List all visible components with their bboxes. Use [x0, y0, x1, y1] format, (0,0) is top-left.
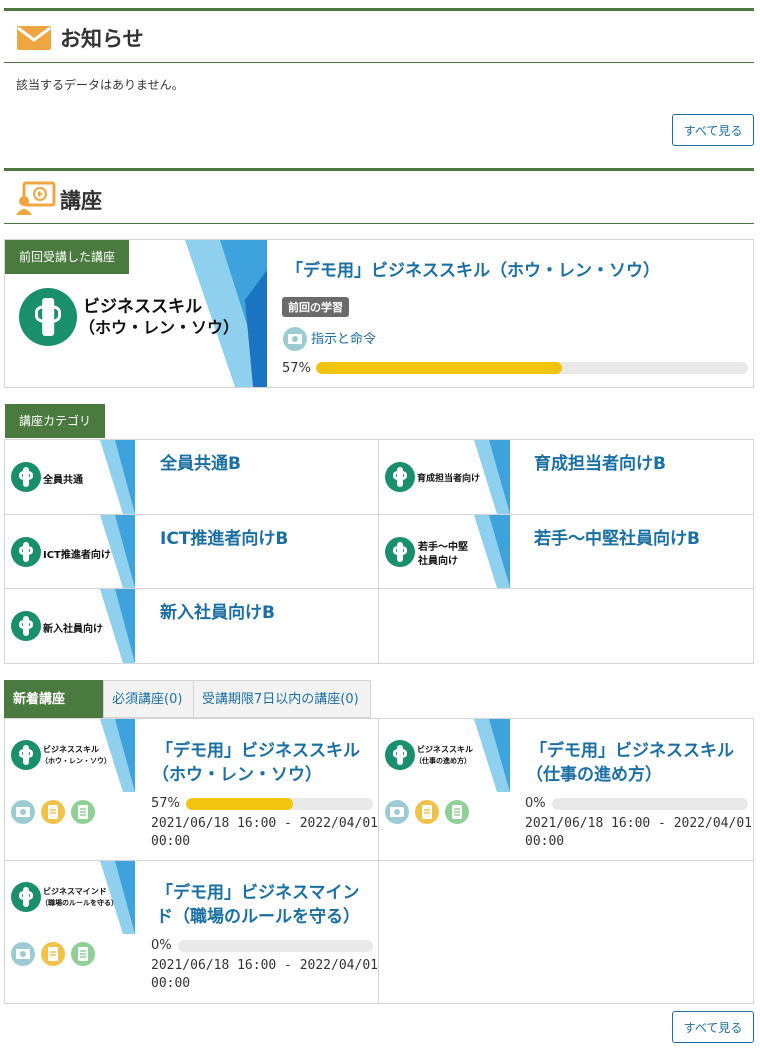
course-period-line1: 2021/06/18 16:00 - 2022/04/01 — [151, 958, 378, 973]
course-thumb-line1: ビジネススキル — [43, 745, 99, 754]
last-lesson-link[interactable]: 指示と命令 — [311, 328, 376, 347]
video-icon — [11, 800, 35, 824]
logo-icon — [19, 288, 77, 346]
course-period-line2: 00:00 — [151, 834, 191, 849]
courses-title: 講座 — [60, 189, 102, 213]
course-title-line2[interactable]: ド（職場のルールを守る） — [156, 902, 360, 927]
logo-icon — [11, 462, 41, 492]
logo-icon — [11, 740, 41, 770]
category-title[interactable]: 若手〜中堅社員向けB — [534, 524, 700, 549]
course-thumb-line1: ビジネスマインド — [43, 887, 107, 896]
category-item[interactable]: 全員共通 全員共通B — [5, 440, 378, 514]
course-period-line1: 2021/06/18 16:00 - 2022/04/01 — [525, 816, 752, 831]
course-progress-bar — [186, 798, 373, 810]
document-icon — [41, 942, 65, 966]
course-thumb-line2: （ホウ・レン・ソウ） — [41, 757, 111, 765]
course-thumbnail: ビジネススキル （仕事の進め方） — [379, 719, 510, 792]
category-title[interactable]: ICT推進者向けB — [160, 524, 288, 549]
courses-view-all-button[interactable]: すべて見る — [672, 1011, 754, 1043]
course-progress-fill — [186, 798, 293, 810]
category-thumb-label: 育成担当者向け — [417, 474, 481, 484]
last-study-badge: 前回の学習 — [282, 297, 349, 317]
test-icon — [445, 800, 469, 824]
course-title-line1[interactable]: 「デモ用」ビジネスマイン — [156, 878, 360, 903]
course-progress-label: 57% — [151, 796, 180, 811]
video-icon — [385, 800, 409, 824]
category-thumbnail: 若手〜中堅 社員向け — [379, 515, 510, 588]
notice-empty-text: 該当するデータはありません。 — [16, 78, 184, 92]
last-course-tag: 前回受講した講座 — [5, 240, 130, 274]
category-item[interactable]: 育成担当者向け 育成担当者向けB — [379, 440, 753, 514]
last-course-progress-fill — [316, 362, 563, 374]
category-title[interactable]: 新入社員向けB — [160, 598, 275, 623]
logo-icon — [11, 537, 41, 567]
category-thumbnail: ICT推進者向け — [5, 515, 135, 588]
document-icon — [41, 800, 65, 824]
logo-icon — [11, 611, 41, 641]
logo-icon — [385, 537, 415, 567]
last-course-progress-label: 57% — [282, 361, 311, 376]
category-tag: 講座カテゴリ — [5, 404, 106, 438]
courses-header: 講座 — [4, 168, 754, 224]
course-progress-label: 0% — [151, 938, 172, 953]
video-lesson-icon — [283, 327, 307, 351]
course-thumb-line2: （仕事の進め方） — [415, 757, 471, 765]
course-thumbnail: ビジネススキル （ホウ・レン・ソウ） — [5, 719, 135, 792]
tab-new-courses[interactable]: 新着講座(11) — [4, 680, 103, 745]
notice-header: お知らせ — [4, 8, 754, 63]
course-progress-label: 0% — [525, 796, 546, 811]
test-icon — [71, 942, 95, 966]
mail-icon — [17, 26, 51, 50]
category-thumbnail: 全員共通 — [5, 440, 135, 514]
course-title-line2[interactable]: （仕事の進め方） — [526, 760, 662, 785]
course-period-line1: 2021/06/18 16:00 - 2022/04/01 — [151, 816, 378, 831]
course-title-line1[interactable]: 「デモ用」ビジネススキル — [530, 736, 734, 761]
course-card[interactable]: ビジネススキル （ホウ・レン・ソウ） 「デモ用」ビジネススキル （ホウ・レン・ソ… — [5, 719, 378, 860]
notice-view-all-button[interactable]: すべて見る — [672, 114, 754, 146]
course-period-line2: 00:00 — [151, 976, 191, 991]
course-title-line2[interactable]: （ホウ・レン・ソウ） — [152, 760, 322, 785]
category-thumb-label: ICT推進者向け — [43, 550, 111, 561]
course-thumbnail: ビジネスマインド （職場のルールを守る） — [5, 861, 135, 934]
category-title[interactable]: 育成担当者向けB — [534, 449, 666, 474]
course-thumb-line2: （職場のルールを守る） — [41, 899, 118, 907]
category-item[interactable]: 若手〜中堅 社員向け 若手〜中堅社員向けB — [379, 515, 753, 588]
thumbnail-title-line2: （ホウ・レン・ソウ） — [79, 318, 240, 337]
course-title-line1[interactable]: 「デモ用」ビジネススキル — [156, 736, 360, 761]
logo-icon — [11, 882, 41, 912]
category-item[interactable]: ICT推進者向け ICT推進者向けB — [5, 515, 378, 588]
category-thumbnail: 育成担当者向け — [379, 440, 510, 514]
last-course-title[interactable]: 「デモ用」ビジネススキル（ホウ・レン・ソウ） — [286, 256, 660, 281]
course-icon — [16, 181, 56, 215]
last-course-progress-bar — [316, 362, 748, 374]
course-card[interactable]: ビジネススキル （仕事の進め方） 「デモ用」ビジネススキル （仕事の進め方） 0… — [379, 719, 753, 860]
category-thumb-label-line1: 若手〜中堅 — [418, 542, 468, 553]
course-progress-bar — [552, 798, 748, 810]
logo-icon — [385, 740, 415, 770]
course-progress-bar — [178, 940, 373, 952]
logo-icon — [385, 462, 415, 492]
category-thumb-label-line2: 社員向け — [418, 556, 458, 567]
notice-title: お知らせ — [60, 27, 144, 51]
course-period-line2: 00:00 — [525, 834, 565, 849]
category-thumbnail: 新入社員向け — [5, 589, 135, 663]
category-thumb-label: 全員共通 — [43, 475, 83, 486]
tab-deadline-courses[interactable]: 受講期限7日以内の講座(0) — [193, 680, 371, 718]
tab-required-courses[interactable]: 必須講座(0) — [103, 680, 194, 718]
category-item[interactable]: 新入社員向け 新入社員向けB — [5, 589, 378, 663]
course-card[interactable]: ビジネスマインド （職場のルールを守る） 「デモ用」ビジネスマイン ド（職場のル… — [5, 861, 378, 1003]
category-title[interactable]: 全員共通B — [160, 449, 241, 474]
test-icon — [71, 800, 95, 824]
course-thumb-line1: ビジネススキル — [417, 745, 473, 754]
category-thumb-label: 新入社員向け — [43, 624, 103, 635]
video-icon — [11, 942, 35, 966]
document-icon — [415, 800, 439, 824]
